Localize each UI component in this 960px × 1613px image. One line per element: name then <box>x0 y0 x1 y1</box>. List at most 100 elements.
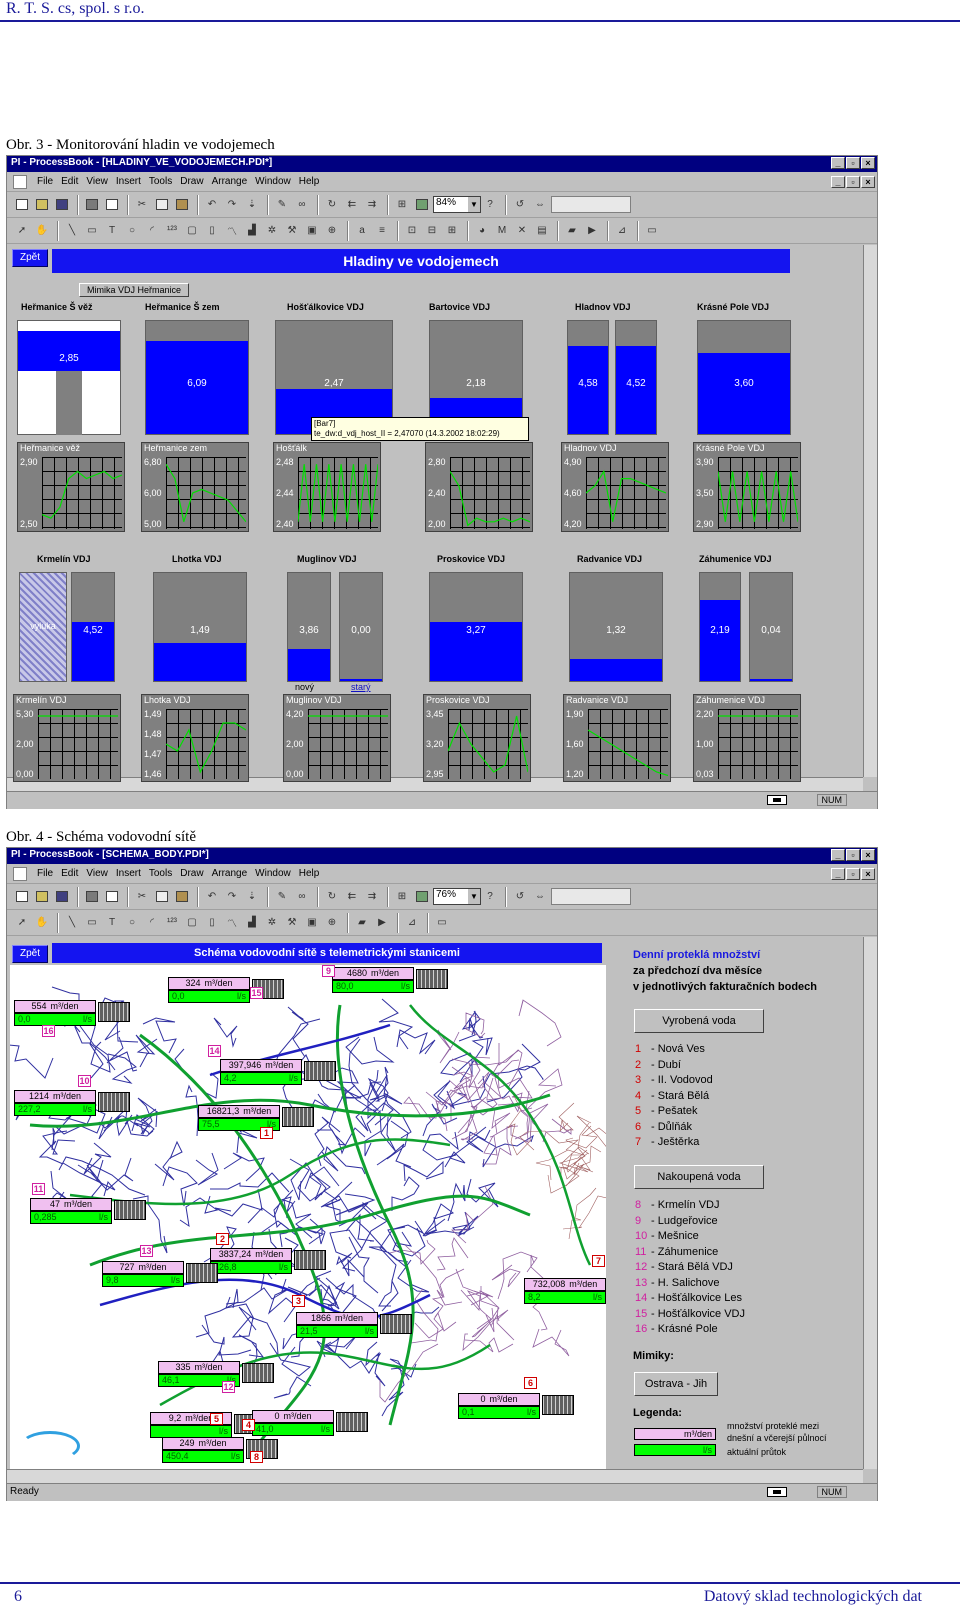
target-icon[interactable]: ⊕ <box>323 222 341 240</box>
open-icon[interactable] <box>33 888 51 906</box>
station-readout[interactable]: 732,008 m³/den 8,2 l/s <box>524 1278 606 1304</box>
history-icon[interactable]: ↺ <box>511 196 529 214</box>
cut-icon[interactable]: ✂ <box>133 196 151 214</box>
hand-icon[interactable]: ✋ <box>33 914 51 932</box>
save-icon[interactable] <box>53 196 71 214</box>
button-icon[interactable]: ▢ <box>183 914 201 932</box>
grid-icon[interactable]: ⊞ <box>393 888 411 906</box>
ungroup-icon[interactable]: ⊟ <box>423 222 441 240</box>
doc-minimize-button[interactable]: _ <box>831 176 845 188</box>
vertical-scrollbar[interactable] <box>863 937 877 1469</box>
trend-plot[interactable]: Krmelín VDJ 5,30 2,00 0,00 <box>13 694 121 782</box>
refresh-icon[interactable]: ↻ <box>323 888 341 906</box>
symbol-icon[interactable]: ✲ <box>263 222 281 240</box>
hand-icon[interactable]: ✋ <box>33 222 51 240</box>
time-scroll[interactable] <box>551 888 631 905</box>
pointer-icon[interactable]: ➚ <box>13 222 31 240</box>
line-icon[interactable]: ╲ <box>63 222 81 240</box>
trend-plot[interactable]: Lhotka VDJ 1,49 1,48 1,47 1,46 <box>141 694 249 782</box>
trend-plot[interactable]: Heřmanice zem 6,80 6,00 5,00 <box>141 442 249 532</box>
menu-item-help[interactable]: Help <box>295 176 324 187</box>
doc-close-button[interactable]: × <box>861 868 875 880</box>
station-trend-icon[interactable] <box>114 1200 146 1220</box>
zoom-select[interactable]: 84% <box>433 196 481 213</box>
arc-icon[interactable]: ◜ <box>143 914 161 932</box>
binoculars-icon[interactable]: ∞ <box>293 196 311 214</box>
replace-icon[interactable]: ⇉ <box>363 888 381 906</box>
station-readout[interactable]: 3837,24 m³/den 126,8 l/s <box>210 1248 292 1274</box>
menu-item-draw[interactable]: Draw <box>176 176 207 187</box>
station-trend-icon[interactable] <box>336 1412 368 1432</box>
refresh-icon[interactable]: ↻ <box>323 196 341 214</box>
station-trend-icon[interactable] <box>98 1092 130 1112</box>
rectangle-icon[interactable]: ▭ <box>83 222 101 240</box>
view-icon[interactable]: ▭ <box>643 222 661 240</box>
picture-icon[interactable] <box>413 888 431 906</box>
menu-item-arrange[interactable]: Arrange <box>208 868 252 879</box>
target-icon[interactable]: ⊕ <box>323 914 341 932</box>
arc-icon[interactable]: ◜ <box>143 222 161 240</box>
station-readout[interactable]: 1214 m³/den 227,2 l/s <box>14 1090 96 1116</box>
station-trend-icon[interactable] <box>304 1061 336 1081</box>
menu-item-draw[interactable]: Draw <box>176 868 207 879</box>
menu-item-tools[interactable]: Tools <box>145 868 176 879</box>
restore-button[interactable]: ▫ <box>846 157 860 169</box>
text-icon[interactable]: T <box>103 914 121 932</box>
station-readout[interactable]: 727 m³/den 9,8 l/s <box>102 1261 184 1287</box>
color-icon[interactable]: ◕ <box>473 222 491 240</box>
line-icon[interactable]: ╲ <box>63 914 81 932</box>
edit-mode-icon[interactable]: ⊿ <box>403 914 421 932</box>
menu-item-edit[interactable]: Edit <box>57 868 82 879</box>
paste-icon[interactable] <box>173 888 191 906</box>
button-icon[interactable]: ▢ <box>183 222 201 240</box>
time-scroll[interactable] <box>551 196 631 213</box>
value-icon[interactable]: ¹²³ <box>163 914 181 932</box>
menu-item-edit[interactable]: Edit <box>57 176 82 187</box>
time-range-icon[interactable]: ⇔ <box>531 888 549 906</box>
restore-button[interactable]: ▫ <box>846 849 860 861</box>
binoculars-icon[interactable]: ∞ <box>293 888 311 906</box>
menu-item-help[interactable]: Help <box>295 868 324 879</box>
close-button[interactable]: × <box>861 157 875 169</box>
station-trend-icon[interactable] <box>380 1314 412 1334</box>
symbol-icon[interactable]: ✲ <box>263 914 281 932</box>
new-icon[interactable] <box>13 888 31 906</box>
update-icon[interactable]: ⇣ <box>243 196 261 214</box>
cut-icon[interactable]: ✂ <box>133 888 151 906</box>
print-icon[interactable] <box>83 888 101 906</box>
run-icon[interactable]: ▶ <box>373 914 391 932</box>
picture-icon[interactable] <box>413 196 431 214</box>
station-trend-icon[interactable] <box>542 1395 574 1415</box>
trend-plot[interactable]: Záhumenice VDJ 2,20 1,00 0,03 <box>693 694 801 782</box>
minimize-button[interactable]: _ <box>831 849 845 861</box>
chart-icon[interactable]: ▟ <box>243 914 261 932</box>
doc-restore-button[interactable]: ▫ <box>846 176 860 188</box>
trend-icon[interactable]: 〽 <box>223 222 241 240</box>
produced-water-button[interactable]: Vyrobená voda <box>634 1009 764 1033</box>
undo-icon[interactable]: ↶ <box>203 888 221 906</box>
paste-icon[interactable] <box>173 196 191 214</box>
font-icon[interactable]: a <box>353 222 371 240</box>
menu-item-insert[interactable]: Insert <box>112 176 145 187</box>
align-icon[interactable]: ⊞ <box>443 222 461 240</box>
print-preview-icon[interactable] <box>103 888 121 906</box>
menu-item-view[interactable]: View <box>82 176 112 187</box>
tools-icon[interactable]: ⚒ <box>283 914 301 932</box>
doc-restore-button[interactable]: ▫ <box>846 868 860 880</box>
tag-icon[interactable]: ⇇ <box>343 888 361 906</box>
close-button[interactable]: × <box>861 849 875 861</box>
back-button[interactable]: Zpět <box>12 249 48 267</box>
station-readout[interactable]: 0 m³/den 0,1 l/s <box>458 1393 540 1419</box>
update-icon[interactable]: ⇣ <box>243 888 261 906</box>
edit-mode-icon[interactable]: ⊿ <box>613 222 631 240</box>
help-icon[interactable]: ? <box>481 196 499 214</box>
rectangle-icon[interactable]: ▭ <box>83 914 101 932</box>
run-icon[interactable]: ▶ <box>583 222 601 240</box>
bar-icon[interactable]: ▯ <box>203 222 221 240</box>
link-icon[interactable]: ✎ <box>273 196 291 214</box>
menu-item-file[interactable]: File <box>33 868 57 879</box>
trend-icon[interactable]: 〽 <box>223 914 241 932</box>
bar-icon[interactable]: ▯ <box>203 914 221 932</box>
new-icon[interactable] <box>13 196 31 214</box>
trend-plot[interactable]: Muglinov VDJ 4,20 2,00 0,00 <box>283 694 391 782</box>
